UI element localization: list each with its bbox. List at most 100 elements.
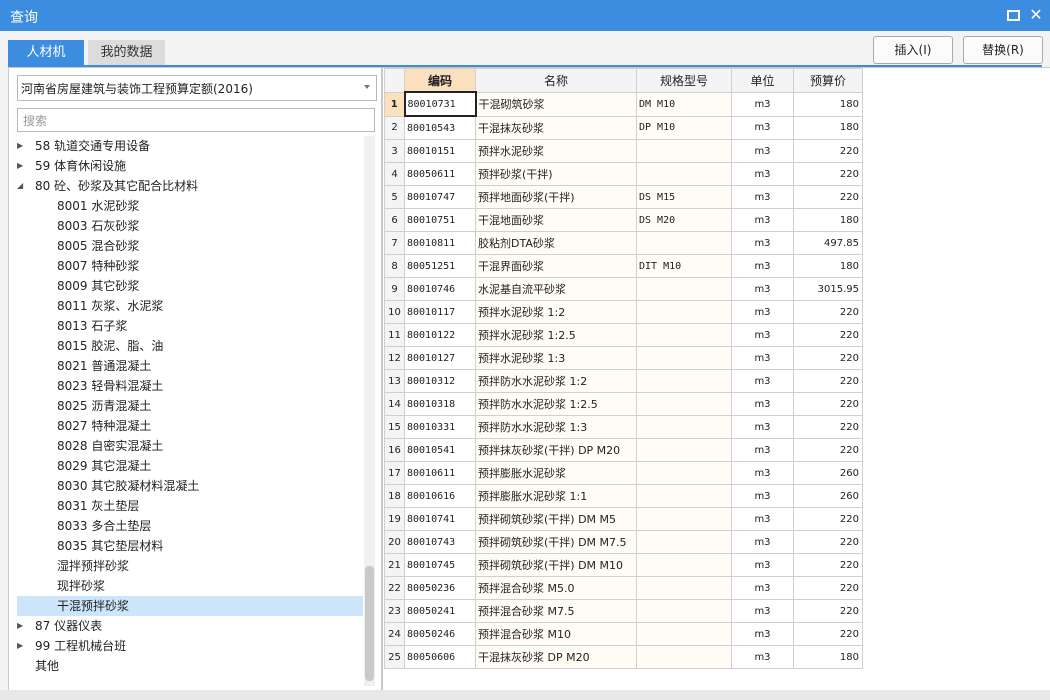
price-cell[interactable]: 220 [793,346,863,370]
table-row[interactable]: 24 80050246 预拌混合砂浆 M10 m3 220 [384,622,863,646]
price-cell[interactable]: 220 [793,162,863,186]
price-cell[interactable]: 220 [793,415,863,439]
tree-node[interactable]: 8021 普通混凝土 [17,356,363,376]
header-name[interactable]: 名称 [475,68,637,93]
name-cell[interactable]: 预拌砌筑砂浆(干拌) DM M10 [475,553,637,577]
code-cell[interactable]: 80010117 [404,300,476,324]
name-cell[interactable]: 干混地面砂浆 [475,208,637,232]
spec-cell[interactable] [636,484,732,508]
spec-cell[interactable] [636,645,732,669]
spec-cell[interactable]: DS M15 [636,185,732,209]
tree-node[interactable]: 8009 其它砂浆 [17,276,363,296]
close-icon[interactable]: ✕ [1027,6,1045,24]
spec-cell[interactable] [636,553,732,577]
code-cell[interactable]: 80050246 [404,622,476,646]
code-cell[interactable]: 80010127 [404,346,476,370]
tab-my-data[interactable]: 我的数据 [88,40,165,65]
price-cell[interactable]: 220 [793,300,863,324]
price-cell[interactable]: 220 [793,369,863,393]
unit-cell[interactable]: m3 [731,576,794,600]
unit-cell[interactable]: m3 [731,553,794,577]
tree-node[interactable]: 8031 灰土垫层 [17,496,363,516]
row-number-cell[interactable]: 9 [384,277,405,301]
code-cell[interactable]: 80010122 [404,323,476,347]
tree-node[interactable]: 湿拌预拌砂浆 [17,556,363,576]
search-input[interactable] [21,110,375,132]
name-cell[interactable]: 预拌防水水泥砂浆 1:2.5 [475,392,637,416]
price-cell[interactable]: 180 [793,208,863,232]
table-row[interactable]: 12 80010127 预拌水泥砂浆 1:3 m3 220 [384,346,863,370]
spec-cell[interactable] [636,599,732,623]
unit-cell[interactable]: m3 [731,530,794,554]
spec-cell[interactable] [636,392,732,416]
unit-cell[interactable]: m3 [731,645,794,669]
price-cell[interactable]: 220 [793,507,863,531]
name-cell[interactable]: 预拌混合砂浆 M7.5 [475,599,637,623]
table-row[interactable]: 25 80050606 干混抹灰砂浆 DP M20 m3 180 [384,645,863,669]
tree-node[interactable]: 干混预拌砂浆 [17,596,363,616]
name-cell[interactable]: 预拌水泥砂浆 [475,139,637,163]
row-number-cell[interactable]: 19 [384,507,405,531]
spec-cell[interactable]: DM M10 [636,91,732,117]
code-cell[interactable]: 80010811 [404,231,476,255]
price-cell[interactable]: 220 [793,139,863,163]
tree-node[interactable]: 8015 胶泥、脂、油 [17,336,363,356]
tree-node[interactable]: 8030 其它胶凝材料混凝土 [17,476,363,496]
spec-cell[interactable] [636,622,732,646]
header-price[interactable]: 预算价 [793,68,863,93]
row-number-cell[interactable]: 22 [384,576,405,600]
table-row[interactable]: 15 80010331 预拌防水水泥砂浆 1:3 m3 220 [384,415,863,439]
row-number-cell[interactable]: 11 [384,323,405,347]
name-cell[interactable]: 干混抹灰砂浆 DP M20 [475,645,637,669]
code-cell[interactable]: 80010746 [404,277,476,301]
price-cell[interactable]: 220 [793,622,863,646]
tree-node[interactable]: ◢ 80 砼、砂浆及其它配合比材料 [17,176,363,196]
row-number-cell[interactable]: 18 [384,484,405,508]
table-row[interactable]: 20 80010743 预拌砌筑砂浆(干拌) DM M7.5 m3 220 [384,530,863,554]
unit-cell[interactable]: m3 [731,346,794,370]
spec-cell[interactable] [636,300,732,324]
name-cell[interactable]: 预拌混合砂浆 M10 [475,622,637,646]
tree-node[interactable]: 8007 特种砂浆 [17,256,363,276]
price-cell[interactable]: 220 [793,438,863,462]
spec-cell[interactable]: DIT M10 [636,254,732,278]
row-number-cell[interactable]: 23 [384,599,405,623]
name-cell[interactable]: 预拌抹灰砂浆(干拌) DP M20 [475,438,637,462]
tree-node[interactable]: 8003 石灰砂浆 [17,216,363,236]
unit-cell[interactable]: m3 [731,185,794,209]
row-number-cell[interactable]: 20 [384,530,405,554]
unit-cell[interactable]: m3 [731,507,794,531]
tree-node[interactable]: 8029 其它混凝土 [17,456,363,476]
spec-cell[interactable] [636,438,732,462]
row-number-cell[interactable]: 17 [384,461,405,485]
row-number-cell[interactable]: 15 [384,415,405,439]
table-row[interactable]: 14 80010318 预拌防水水泥砂浆 1:2.5 m3 220 [384,392,863,416]
name-cell[interactable]: 胶粘剂DTA砂浆 [475,231,637,255]
unit-cell[interactable]: m3 [731,300,794,324]
insert-button[interactable]: 插入(I) [873,36,953,64]
table-row[interactable]: 23 80050241 预拌混合砂浆 M7.5 m3 220 [384,599,863,623]
unit-cell[interactable]: m3 [731,91,794,117]
row-number-cell[interactable]: 6 [384,208,405,232]
tree-node[interactable]: 8025 沥青混凝土 [17,396,363,416]
spec-cell[interactable] [636,576,732,600]
row-number-cell[interactable]: 21 [384,553,405,577]
table-row[interactable]: 16 80010541 预拌抹灰砂浆(干拌) DP M20 m3 220 [384,438,863,462]
row-number-cell[interactable]: 8 [384,254,405,278]
tree-node[interactable]: ▶ 58 轨道交通专用设备 [17,136,363,156]
table-row[interactable]: 18 80010616 预拌膨胀水泥砂浆 1:1 m3 260 [384,484,863,508]
row-number-cell[interactable]: 12 [384,346,405,370]
header-spec[interactable]: 规格型号 [636,68,732,93]
name-cell[interactable]: 水泥基自流平砂浆 [475,277,637,301]
name-cell[interactable]: 预拌水泥砂浆 1:2.5 [475,323,637,347]
row-number-cell[interactable]: 14 [384,392,405,416]
name-cell[interactable]: 预拌砂浆(干拌) [475,162,637,186]
tab-materials[interactable]: 人材机 [8,40,84,65]
price-cell[interactable]: 180 [793,645,863,669]
price-cell[interactable]: 180 [793,115,863,140]
name-cell[interactable]: 预拌防水水泥砂浆 1:3 [475,415,637,439]
price-cell[interactable]: 220 [793,185,863,209]
code-cell[interactable]: 80051251 [404,254,476,278]
table-row[interactable]: 19 80010741 预拌砌筑砂浆(干拌) DM M5 m3 220 [384,507,863,531]
table-row[interactable]: 17 80010611 预拌膨胀水泥砂浆 m3 260 [384,461,863,485]
